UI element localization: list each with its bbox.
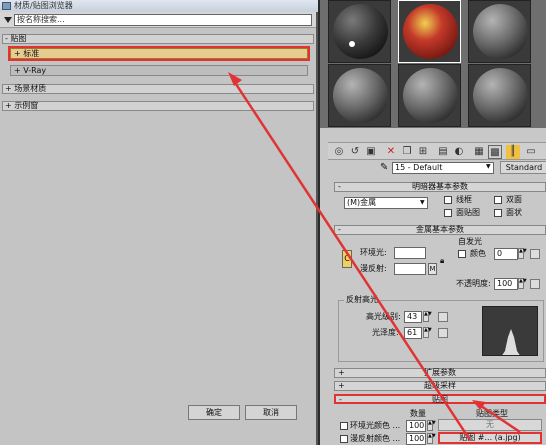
arrow-head-1 <box>228 72 242 86</box>
annotation-arrows <box>228 72 521 441</box>
arrow-line-2 <box>477 402 521 434</box>
arrow-line-1 <box>230 77 472 441</box>
